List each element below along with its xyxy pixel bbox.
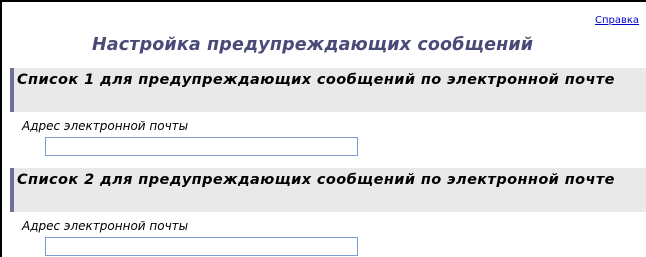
page-title: Настройка предупреждающих сообщений	[92, 35, 534, 55]
email-label-list-1: Адрес электронной почты	[22, 119, 189, 133]
email-input-list-2[interactable]	[45, 237, 358, 256]
email-label-list-2: Адрес электронной почты	[22, 219, 189, 233]
section-header-list-1: Список 1 для предупреждающих сообщений п…	[10, 68, 646, 112]
section-header-list-2: Список 2 для предупреждающих сообщений п…	[10, 168, 646, 212]
content-panel: Справка Настройка предупреждающих сообще…	[0, 0, 646, 257]
help-link[interactable]: Справка	[595, 15, 639, 26]
email-input-list-1[interactable]	[45, 137, 358, 156]
